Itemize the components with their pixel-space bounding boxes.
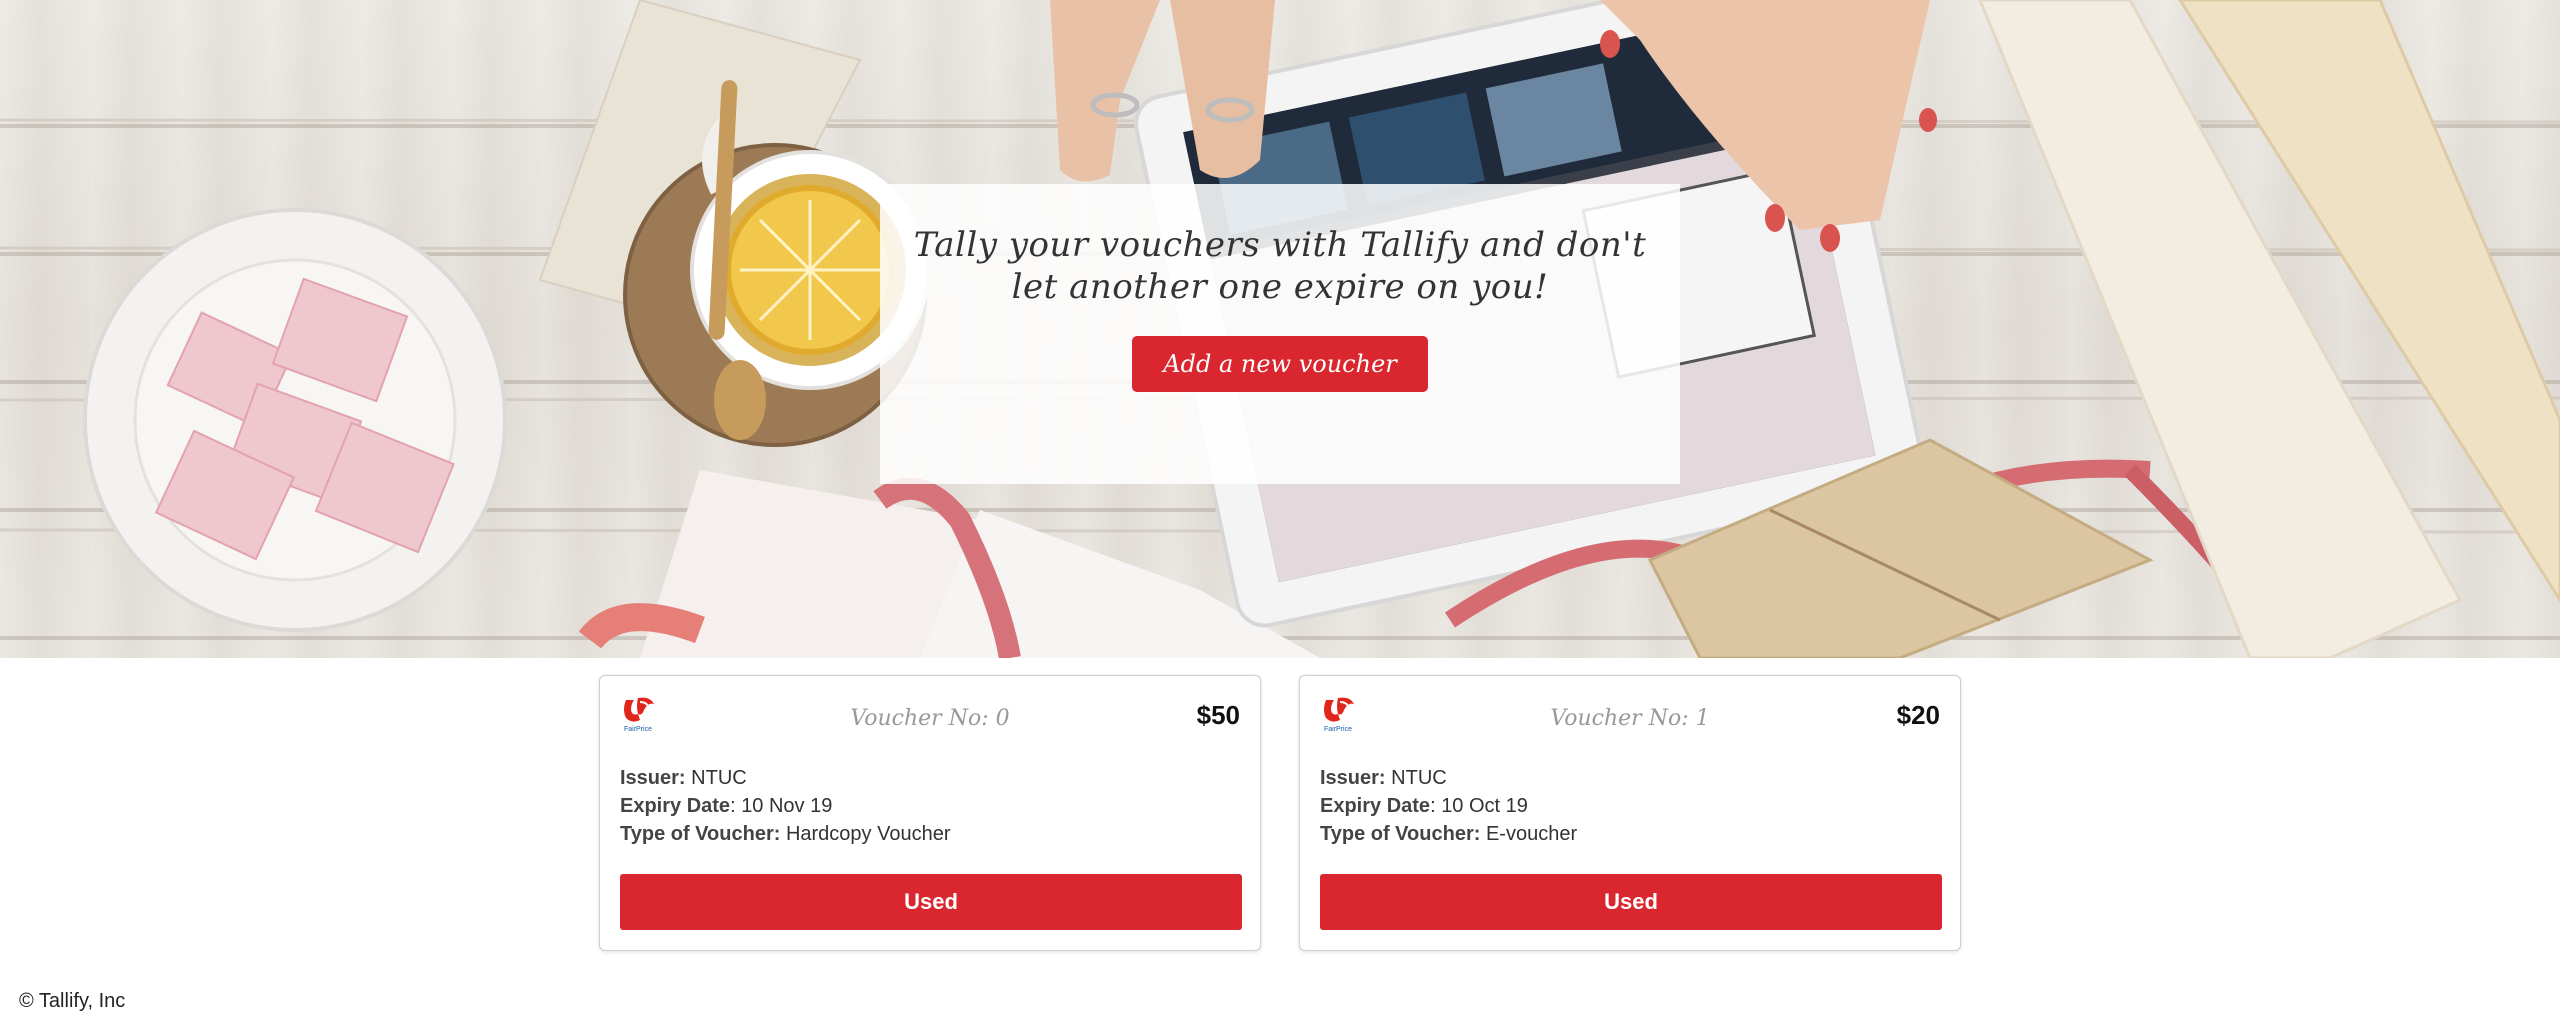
expiry-value: 10 Nov 19 [741, 795, 833, 817]
issuer-label: Issuer: [1320, 767, 1386, 789]
issuer-value: NTUC [1391, 767, 1447, 789]
logo-caption: FairPrice [624, 726, 653, 733]
issuer-value: NTUC [691, 767, 747, 789]
voucher-number: Voucher No: 1 [1550, 706, 1710, 731]
expiry-value: 10 Oct 19 [1441, 795, 1528, 817]
type-value: E-voucher [1485, 823, 1578, 845]
issuer-row: Issuer: NTUC [620, 764, 951, 792]
type-label: Type of Voucher: [1320, 823, 1481, 845]
hero-tagline: Tally your vouchers with Tallify and don… [913, 225, 1647, 307]
voucher-card: FairPrice Voucher No: 0 $50 Issuer: NTUC… [599, 675, 1261, 951]
expiry-row: Expiry Date: 10 Nov 19 [620, 795, 833, 817]
expiry-row: Expiry Date: 10 Oct 19 [1320, 795, 1528, 817]
logo-caption: FairPrice [1324, 726, 1353, 733]
voucher-amount: $50 [1196, 700, 1240, 730]
used-button[interactable]: Used [1320, 874, 1942, 930]
used-button[interactable]: Used [620, 874, 1242, 930]
voucher-details: Issuer: NTUC Expiry Date: 10 Oct 19 Type… [1320, 764, 1577, 848]
hero-banner: Tally your vouchers with Tallify and don… [0, 0, 2560, 658]
expiry-label: Expiry Date [1320, 795, 1431, 817]
fairprice-logo-icon: FairPrice [620, 696, 664, 736]
add-voucher-button[interactable]: Add a new voucher [1132, 336, 1428, 392]
footer-copyright: © Tallify, Inc [19, 990, 126, 1012]
issuer-row: Issuer: NTUC [1320, 764, 1577, 792]
expiry-label: Expiry Date [620, 795, 731, 817]
issuer-label: Issuer: [620, 767, 686, 789]
type-label: Type of Voucher: [620, 823, 781, 845]
type-row: Type of Voucher: E-voucher [1320, 820, 1577, 848]
voucher-amount: $20 [1896, 700, 1940, 730]
type-row: Type of Voucher: Hardcopy Voucher [620, 820, 951, 848]
voucher-details: Issuer: NTUC Expiry Date: 10 Nov 19 Type… [620, 764, 951, 848]
fairprice-logo-icon: FairPrice [1320, 696, 1364, 736]
voucher-number: Voucher No: 0 [850, 706, 1010, 731]
hero-callout: Tally your vouchers with Tallify and don… [880, 184, 1680, 484]
voucher-card-header: FairPrice Voucher No: 1 $20 [1320, 696, 1940, 736]
type-value: Hardcopy Voucher [785, 823, 951, 845]
voucher-card: FairPrice Voucher No: 1 $20 Issuer: NTUC… [1299, 675, 1961, 951]
voucher-card-header: FairPrice Voucher No: 0 $50 [620, 696, 1240, 736]
